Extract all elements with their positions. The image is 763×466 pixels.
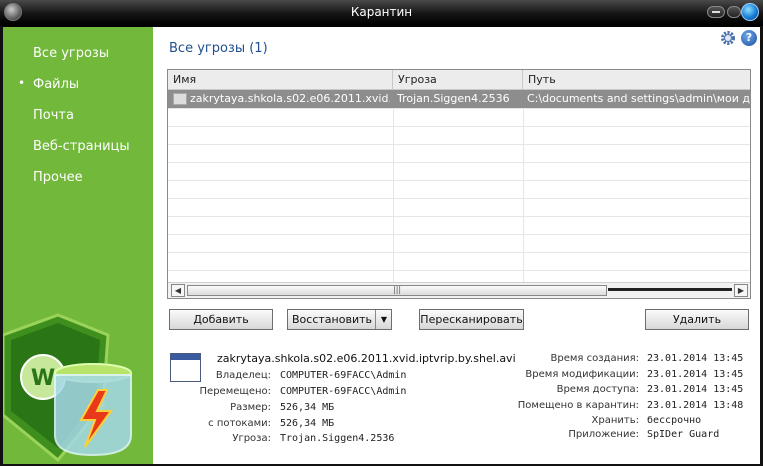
detail-keep-value: бессрочно [647, 415, 702, 426]
column-header-name[interactable]: Имя [168, 70, 393, 90]
sidebar-item-all-threats[interactable]: Все угрозы [33, 46, 109, 61]
detail-modified-value: 23.01.2014 13:45 [647, 369, 744, 380]
table-header: Имя Угроза Путь [168, 70, 750, 90]
detail-owner-value: COMPUTER-69FACC\Admin [280, 370, 407, 381]
scroll-right-icon[interactable]: ▶ [734, 284, 748, 297]
detail-app-value: SpIDer Guard [647, 429, 720, 440]
restore-button[interactable]: Восстановить ▼ [287, 309, 392, 330]
horizontal-scrollbar[interactable]: ◀ ||| ▶ [168, 282, 750, 298]
rescan-button[interactable]: Пересканировать [419, 309, 524, 330]
detail-accessed-label: Время доступа: [556, 384, 639, 395]
main-panel: Все угрозы (1) ? Имя Угроза Путь zakryta… [153, 27, 760, 464]
active-bullet-icon: • [18, 76, 26, 90]
file-icon [173, 93, 187, 105]
detail-quarantined-label: Помещено в карантин: [517, 400, 639, 411]
detail-accessed-value: 23.01.2014 13:45 [647, 384, 744, 395]
add-button[interactable]: Добавить [169, 309, 273, 330]
sidebar-item-other[interactable]: Прочее [33, 170, 83, 185]
chevron-down-icon[interactable]: ▼ [375, 310, 392, 329]
row-name-cell: zakrytaya.shkola.s02.e06.2011.xvid.i... [190, 92, 390, 105]
row-threat-cell: Trojan.Siggen4.2536 [397, 92, 510, 105]
sidebar-item-web-pages[interactable]: Веб-страницы [33, 139, 130, 154]
page-title: Все угрозы (1) [169, 41, 268, 56]
detail-owner-label: Владелец: [215, 370, 271, 381]
column-header-path[interactable]: Путь [523, 70, 750, 90]
close-button[interactable] [741, 3, 759, 21]
detail-app-label: Приложение: [568, 429, 639, 440]
row-path-cell: C:\documents and settings\admin\мои доку… [527, 92, 751, 105]
detail-threat-value: Trojan.Siggen4.2536 [280, 433, 395, 444]
detail-moved-value: COMPUTER-69FACC\Admin [280, 386, 407, 397]
table-row[interactable]: zakrytaya.shkola.s02.e06.2011.xvid.i... … [168, 90, 751, 108]
detail-threat-label: Угроза: [232, 433, 271, 444]
threats-table: Имя Угроза Путь zakrytaya.shkola.s02.e06… [167, 69, 751, 299]
sidebar-item-files[interactable]: Файлы [33, 77, 79, 92]
detail-quarantined-value: 23.01.2014 13:48 [647, 400, 744, 411]
scroll-left-icon[interactable]: ◀ [171, 284, 185, 297]
sidebar: • Все угрозы Файлы Почта Веб-страницы Пр… [3, 27, 153, 464]
detail-created-label: Время создания: [550, 353, 640, 364]
gear-icon[interactable] [720, 30, 736, 46]
detail-size-value: 526,34 МБ [280, 402, 335, 413]
detail-streams-value: 526,34 МБ [280, 418, 335, 429]
detail-size-label: Размер: [230, 402, 271, 413]
restore-button-label: Восстановить [292, 313, 372, 326]
detail-created-value: 23.01.2014 13:45 [647, 353, 744, 364]
title-bar: Карантин [0, 0, 763, 26]
drweb-spider-logo: W [3, 313, 132, 463]
detail-keep-label: Хранить: [591, 415, 639, 426]
help-icon[interactable]: ? [741, 30, 757, 46]
scrollbar-thumb[interactable]: ||| [187, 285, 607, 296]
delete-button[interactable]: Удалить [645, 309, 749, 330]
scrollbar-track[interactable] [608, 288, 732, 291]
window-title: Карантин [350, 5, 413, 19]
detail-moved-label: Перемещено: [199, 386, 271, 397]
svg-text:W: W [31, 366, 55, 391]
minimize-button[interactable] [707, 6, 725, 18]
detail-modified-label: Время модификации: [525, 369, 639, 380]
table-body: zakrytaya.shkola.s02.e06.2011.xvid.i... … [168, 90, 751, 282]
grip-icon: ||| [393, 285, 402, 294]
sidebar-item-mail[interactable]: Почта [33, 108, 74, 123]
detail-streams-label: с потоками: [208, 418, 271, 429]
maximize-button[interactable] [727, 6, 741, 18]
column-header-threat[interactable]: Угроза [393, 70, 523, 90]
